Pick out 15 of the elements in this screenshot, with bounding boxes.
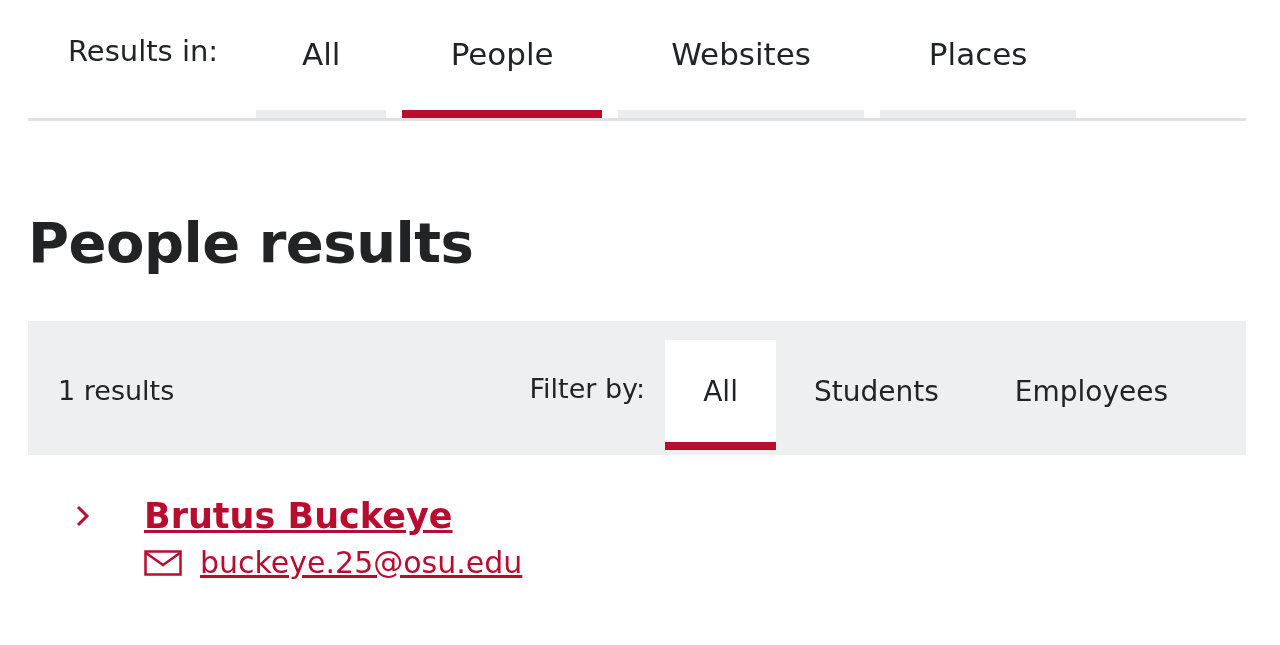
results-tab[interactable]: People <box>402 0 603 118</box>
mail-icon <box>144 549 182 576</box>
results-in-label: Results in: <box>67 33 220 70</box>
results-tab[interactable]: All <box>256 0 387 118</box>
filter-label: Filter by: <box>529 372 646 404</box>
page-heading: People results <box>28 215 475 277</box>
person-name-link[interactable]: Brutus Buckeye <box>144 495 1246 537</box>
results-tab[interactable]: Places <box>880 0 1077 118</box>
filter-tab[interactable]: Employees <box>976 340 1206 450</box>
filter-tab[interactable]: Students <box>775 340 977 450</box>
email-link[interactable]: buckeye.25@osu.edu <box>200 545 523 580</box>
result-count: 1 results <box>58 374 176 406</box>
filter-tab[interactable]: All <box>665 340 776 450</box>
chevron-icon[interactable] <box>76 505 90 527</box>
results-tab[interactable]: Websites <box>618 0 865 118</box>
